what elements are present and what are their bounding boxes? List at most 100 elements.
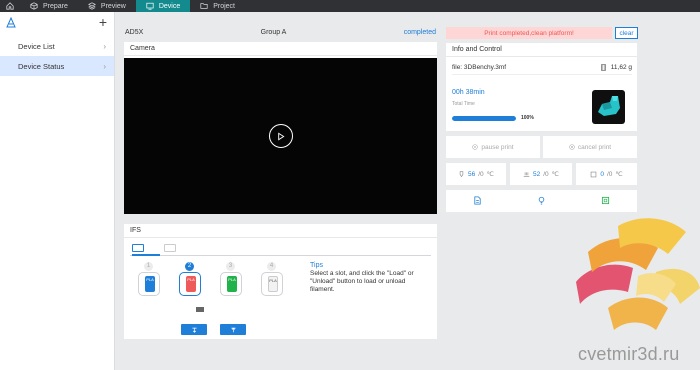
filament-slot[interactable]: 1 PLA	[134, 262, 164, 306]
progress-percent: 100%	[521, 115, 534, 121]
tab-label: Preview	[100, 2, 126, 10]
bed-temp-target: /0	[543, 170, 549, 178]
chevron-right-icon: ›	[103, 61, 106, 71]
sidebar: + Device List › Device Status ›	[0, 12, 115, 370]
tab-device[interactable]: Device	[135, 0, 191, 12]
nozzle-temp-current: 56	[468, 170, 476, 178]
sidebar-item-label: Device Status	[18, 61, 65, 71]
tab-preview[interactable]: Preview	[78, 0, 136, 12]
device-status: completed	[403, 28, 436, 36]
filament-slot[interactable]: 4 PLA	[257, 262, 287, 306]
spool-weight-icon	[600, 64, 606, 71]
filament-color: PLA	[186, 276, 196, 292]
slot-number: 4	[267, 262, 276, 271]
watermark-logo	[576, 218, 700, 330]
tab-project[interactable]: Project	[190, 0, 245, 12]
device-name: AD5X	[125, 28, 144, 36]
top-nav-bar: Prepare Preview Device Project	[0, 0, 700, 12]
slot-number: 2	[185, 262, 194, 271]
cube-icon	[30, 2, 38, 10]
file-row: file: 3DBenchy.3mf 11,62 g	[452, 61, 632, 75]
pause-print-button[interactable]: pause print	[446, 136, 540, 158]
filament-weight: 11,62 g	[610, 64, 632, 71]
spool-icon: PLA	[179, 272, 201, 296]
monitor-icon	[146, 2, 154, 10]
unload-icon	[230, 327, 236, 333]
nozzle-temp-target: /0	[478, 170, 484, 178]
file-name: file: 3DBenchy.3mf	[452, 64, 507, 71]
cancel-icon	[569, 144, 575, 150]
filament-color: PLA	[145, 276, 155, 292]
spool-icon: PLA	[138, 272, 160, 296]
camera-panel: Camera	[124, 42, 437, 214]
sidebar-item-device-status[interactable]: Device Status ›	[0, 56, 114, 76]
filter-icon[interactable]	[601, 196, 610, 207]
progress-fill	[452, 116, 516, 121]
ifs-tab-1[interactable]	[132, 244, 144, 252]
filament-slots: 1 PLA 2 PLA 3 PLA 4 PLA	[134, 262, 284, 322]
load-icon	[191, 327, 197, 333]
file-icon[interactable]	[473, 195, 482, 207]
chevron-right-icon: ›	[103, 41, 106, 51]
sidebar-item-label: Device List	[18, 41, 55, 51]
tab-label: Project	[213, 2, 236, 10]
device-header: AD5X Group A completed	[124, 26, 437, 38]
play-icon	[278, 132, 285, 140]
slot-number: 1	[144, 262, 153, 271]
ifs-tab-2[interactable]	[164, 244, 176, 252]
ifs-hub-icon	[196, 307, 204, 312]
progress-bar	[452, 116, 516, 121]
filament-color: PLA	[268, 276, 278, 292]
total-time-label: Total Time	[452, 101, 475, 107]
pause-icon	[472, 144, 479, 150]
tips-text: Select a slot, and click the "Load" or "…	[310, 270, 414, 293]
home-icon[interactable]	[0, 0, 20, 12]
spool-icon: PLA	[261, 272, 283, 296]
camera-title: Camera	[124, 42, 437, 56]
print-status-banner: Print completed,clean platform!	[446, 27, 612, 39]
bed-temp-unit: ℃	[551, 171, 559, 178]
cancel-label: cancel print	[577, 143, 612, 151]
nozzle-temp-unit: ℃	[486, 171, 494, 178]
pause-label: pause print	[481, 143, 514, 151]
tab-label: Prepare	[43, 2, 68, 10]
watermark-text: cvetmir3d.ru	[578, 344, 680, 364]
unload-button[interactable]	[220, 324, 246, 335]
filament-slot[interactable]: 2 PLA	[175, 262, 205, 306]
chamber-temp-target: /0	[606, 170, 613, 178]
folder-icon	[200, 3, 208, 9]
model-thumbnail	[592, 90, 625, 124]
tab-prepare[interactable]: Prepare	[20, 0, 78, 12]
print-time: 00h 38min	[452, 89, 485, 96]
slot-number: 3	[226, 262, 235, 271]
chamber-temp-unit: ℃	[615, 171, 623, 178]
sidebar-item-device-list[interactable]: Device List ›	[0, 36, 114, 56]
filament-slot[interactable]: 3 PLA	[216, 262, 246, 306]
clear-button[interactable]: clear	[615, 27, 638, 39]
nozzle-icon	[459, 170, 464, 177]
load-button[interactable]	[181, 324, 207, 335]
spool-icon: PLA	[220, 272, 242, 296]
utility-controls	[446, 190, 637, 212]
light-icon[interactable]	[537, 196, 546, 207]
bed-icon	[523, 171, 530, 177]
ifs-tips: Tips Select a slot, and click the "Load"…	[310, 262, 428, 294]
camera-view[interactable]	[124, 58, 437, 214]
play-button[interactable]	[268, 124, 293, 148]
cancel-print-button[interactable]: cancel print	[543, 136, 637, 158]
nozzle-temp[interactable]: 56 /0 ℃	[446, 163, 506, 185]
info-control-panel: Info and Control file: 3DBenchy.3mf 11,6…	[446, 43, 637, 131]
ifs-title: IFS	[124, 224, 437, 238]
layers-icon	[87, 2, 96, 10]
tab-label: Device	[158, 2, 181, 10]
add-device-button[interactable]: +	[99, 15, 107, 29]
bed-temp[interactable]: 52 /0 ℃	[510, 163, 572, 185]
chamber-icon	[591, 171, 597, 177]
bed-temp-current: 52	[533, 170, 541, 178]
tips-title: Tips	[310, 262, 323, 269]
benchy-image	[598, 96, 620, 116]
chamber-temp[interactable]: 0 /0 ℃	[576, 163, 637, 185]
printer-logo-icon	[6, 17, 16, 28]
ifs-tab-divider	[130, 254, 431, 256]
filament-color: PLA	[227, 276, 237, 292]
